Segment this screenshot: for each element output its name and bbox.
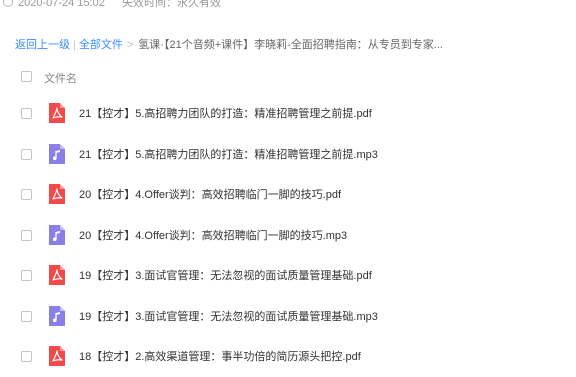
current-folder: 氢课·【21个音频+课件】李晓莉-全面招聘指南：从专员到专家...: [138, 39, 443, 51]
pdf-file-icon: [49, 184, 65, 204]
breadcrumb: 返回上一级 | 全部文件 > 氢课·【21个音频+课件】李晓莉-全面招聘指南：从专员到专…: [15, 38, 443, 52]
breadcrumb-arrow: >: [126, 39, 134, 51]
file-name[interactable]: 21【控才】5.高招聘力团队的打造：精准招聘管理之前提.pdf: [79, 107, 372, 121]
file-row[interactable]: 19【控才】3.面试官管理：无法忽视的面试质量管理基础.mp3: [0, 297, 576, 337]
list-header: 文件名: [0, 65, 576, 89]
expiry-text: 失效时间：永久有效: [122, 0, 221, 9]
top-info-bar: 2020-07-24 15:02 失效时间：永久有效: [0, 0, 576, 14]
file-name[interactable]: 21【控才】5.高招聘力团队的打造：精准招聘管理之前提.mp3: [79, 148, 378, 162]
filename-column-header[interactable]: 文件名: [44, 70, 77, 86]
file-checkbox[interactable]: [21, 148, 32, 160]
file-row[interactable]: 19【控才】3.面试官管理：无法忽视的面试质量管理基础.pdf: [0, 256, 576, 296]
file-name[interactable]: 18【控才】2.高效渠道管理：事半功倍的简历源头把控.pdf: [79, 350, 361, 364]
file-checkbox[interactable]: [21, 310, 32, 322]
file-checkbox[interactable]: [21, 229, 32, 241]
breadcrumb-separator: |: [73, 39, 76, 51]
all-files-link[interactable]: 全部文件: [79, 39, 123, 51]
file-name[interactable]: 19【控才】3.面试官管理：无法忽视的面试质量管理基础.mp3: [79, 310, 378, 324]
file-name[interactable]: 19【控才】3.面试官管理：无法忽视的面试质量管理基础.pdf: [79, 269, 372, 283]
select-all-checkbox[interactable]: [21, 71, 32, 82]
file-checkbox[interactable]: [21, 108, 32, 119]
file-name[interactable]: 20【控才】4.Offer谈判：高效招聘临门一脚的技巧.pdf: [79, 188, 341, 202]
file-name[interactable]: 20【控才】4.Offer谈判：高效招聘临门一脚的技巧.mp3: [79, 229, 347, 243]
file-row[interactable]: 21【控才】5.高招聘力团队的打造：精准招聘管理之前提.pdf: [0, 94, 576, 134]
pdf-file-icon: [49, 265, 65, 285]
file-row[interactable]: 20【控才】4.Offer谈判：高效招聘临门一脚的技巧.pdf: [0, 175, 576, 215]
file-row[interactable]: 21【控才】5.高招聘力团队的打造：精准招聘管理之前提.mp3: [0, 135, 576, 175]
share-datetime: 2020-07-24 15:02: [18, 0, 105, 9]
pdf-file-icon: [49, 103, 65, 123]
music-file-icon: [49, 224, 65, 245]
file-row[interactable]: 20【控才】4.Offer谈判：高效招聘临门一脚的技巧.mp3: [0, 216, 576, 256]
file-row[interactable]: 18【控才】2.高效渠道管理：事半功倍的简历源头把控.pdf: [0, 337, 576, 377]
pdf-file-icon: [49, 346, 65, 366]
music-file-icon: [49, 143, 65, 164]
clock-icon: [3, 0, 13, 7]
file-checkbox[interactable]: [21, 189, 32, 200]
back-link[interactable]: 返回上一级: [15, 39, 70, 51]
file-checkbox[interactable]: [21, 351, 32, 362]
file-checkbox[interactable]: [21, 270, 32, 281]
music-file-icon: [49, 305, 65, 326]
